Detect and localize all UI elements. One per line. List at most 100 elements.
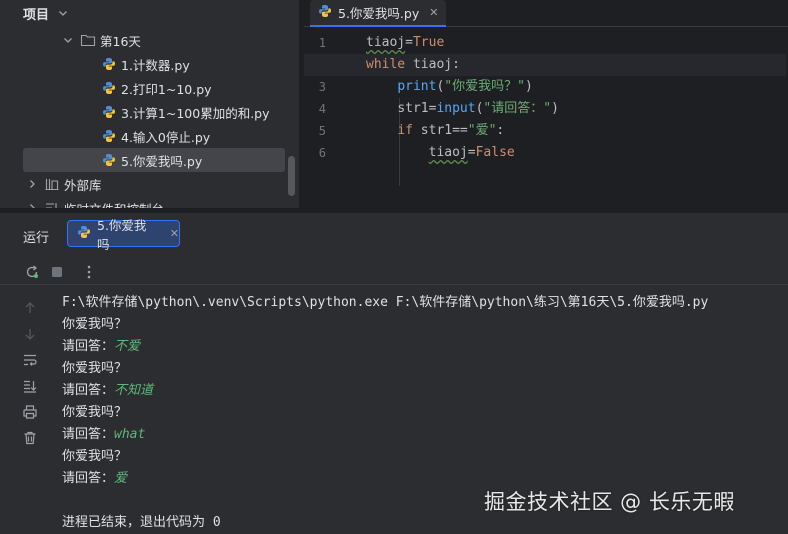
- soft-wrap-icon[interactable]: [21, 351, 39, 369]
- library-icon: [44, 176, 60, 192]
- close-icon[interactable]: ✕: [170, 227, 179, 240]
- run-tab-label: 5.你爱我吗: [97, 217, 147, 252]
- line-number: 6: [318, 146, 326, 160]
- python-file-icon: [101, 104, 117, 120]
- tree-file-2[interactable]: 2.打印1~10.py: [101, 76, 212, 100]
- code-editor[interactable]: 5.你爱我吗.py ✕ 1 2 3 4 5 6 tiaoj=True while…: [304, 0, 788, 208]
- chevron-right-icon[interactable]: [24, 200, 40, 208]
- tree-label: 临时文件和控制台: [64, 199, 164, 209]
- code-token: str1==: [412, 123, 468, 138]
- project-header[interactable]: 项目: [23, 4, 69, 23]
- code-token: :: [496, 123, 505, 138]
- arrow-down-icon[interactable]: [21, 325, 39, 343]
- line-number: 4: [318, 102, 326, 116]
- console-line: 请回答：不爱: [62, 336, 782, 358]
- scratches-icon: [44, 200, 60, 208]
- console-user-input: what: [114, 427, 146, 442]
- run-tab-active[interactable]: 5.你爱我吗 ✕: [67, 218, 180, 252]
- print-icon[interactable]: [21, 403, 39, 421]
- code-token: input: [436, 101, 476, 116]
- code-token: "你爱我吗？": [444, 79, 525, 94]
- tree-file-5-selected[interactable]: 5.你爱我吗.py: [23, 148, 285, 172]
- tree-folder-day16[interactable]: 第16天: [60, 28, 141, 52]
- code-line-6: tiaoj=False: [366, 142, 786, 164]
- python-file-icon: [318, 4, 332, 21]
- python-file-icon: [101, 56, 117, 72]
- editor-tab-active[interactable]: 5.你爱我吗.py ✕: [310, 0, 447, 27]
- tree-label: 2.打印1~10.py: [121, 81, 212, 97]
- console-line: 你爱我吗？: [62, 361, 128, 376]
- tree-label: 第16天: [100, 33, 141, 49]
- code-token: ): [551, 101, 559, 116]
- editor-tabbar: 5.你爱我吗.py ✕: [304, 0, 788, 27]
- chevron-right-icon[interactable]: [24, 176, 40, 192]
- tree-file-3[interactable]: 3.计算1~100累加的和.py: [101, 100, 270, 124]
- code-token: =: [405, 35, 413, 50]
- tree-label: 5.你爱我吗.py: [121, 153, 203, 169]
- line-number: 3: [318, 80, 326, 94]
- python-file-icon: [101, 80, 117, 96]
- watermark: 掘金技术社区 @ 长乐无暇: [484, 490, 735, 514]
- console-prompt: 请回答：: [62, 383, 115, 398]
- project-panel: 项目 第16天 1.计数器.py 2.打印1~10.py 3.计算1~100累加…: [0, 0, 299, 208]
- chevron-down-icon[interactable]: [60, 32, 76, 48]
- trash-icon[interactable]: [21, 429, 39, 447]
- code-token: ): [524, 79, 533, 94]
- project-scrollbar[interactable]: [288, 156, 295, 196]
- code-token: str1=: [397, 101, 437, 116]
- chevron-down-icon[interactable]: [57, 7, 69, 19]
- arrow-up-icon[interactable]: [21, 299, 39, 317]
- code-line-2: while tiaoj:: [304, 54, 786, 76]
- console-prompt: 请回答：: [62, 471, 115, 486]
- more-options-icon[interactable]: [80, 263, 98, 281]
- rerun-icon[interactable]: [23, 263, 41, 281]
- code-token: if: [397, 123, 413, 138]
- console-user-input: 不知道: [114, 383, 154, 398]
- scroll-to-end-icon[interactable]: [21, 377, 39, 395]
- code-token: tiaoj:: [405, 57, 460, 72]
- tree-label: 1.计数器.py: [121, 57, 190, 73]
- project-title: 项目: [23, 7, 50, 23]
- console-user-input: 不爱: [114, 339, 141, 354]
- tree-file-4[interactable]: 4.输入0停止.py: [101, 124, 210, 148]
- tree-label: 外部库: [64, 177, 102, 193]
- code-line-5: if str1=="爱":: [366, 120, 786, 142]
- tree-scratches[interactable]: 临时文件和控制台: [24, 196, 164, 208]
- tree-external-libraries[interactable]: 外部库: [24, 172, 102, 196]
- code-token: while: [366, 57, 406, 72]
- python-file-icon: [77, 225, 91, 242]
- console-line: 请回答：不知道: [62, 380, 782, 402]
- code-line-1: tiaoj=True: [366, 32, 786, 54]
- code-token: tiaoj: [428, 145, 468, 160]
- console-prompt: 请回答：: [62, 427, 115, 442]
- console-line: 请回答：what: [62, 424, 782, 446]
- editor-tab-label: 5.你爱我吗.py: [338, 6, 420, 21]
- python-file-icon: [101, 128, 117, 144]
- code-area[interactable]: tiaoj=True while tiaoj: print("你爱我吗？") s…: [304, 32, 786, 164]
- code-line-4: str1=input("请回答："): [366, 98, 786, 120]
- run-title: 运行: [23, 231, 50, 246]
- console-line: 你爱我吗？: [62, 405, 128, 420]
- code-token: True: [412, 35, 445, 50]
- tree-file-1[interactable]: 1.计数器.py: [101, 52, 190, 76]
- console-command: F:\软件存储\python\.venv\Scripts\python.exe …: [62, 295, 709, 310]
- close-icon[interactable]: ✕: [429, 6, 438, 19]
- code-token: tiaoj: [366, 35, 406, 50]
- stop-icon[interactable]: [48, 263, 66, 281]
- console-line: 你爱我吗？: [62, 449, 128, 464]
- code-token: =: [467, 145, 476, 160]
- tree-label: 3.计算1~100累加的和.py: [121, 105, 270, 121]
- code-token: print: [397, 79, 437, 94]
- run-header: 运行 5.你爱我吗 ✕: [0, 213, 788, 255]
- code-token: "请回答：": [483, 101, 552, 116]
- console-line: 你爱我吗？: [62, 317, 128, 332]
- python-file-icon: [101, 152, 117, 168]
- code-token: False: [475, 145, 515, 160]
- code-line-3: print("你爱我吗？"): [366, 76, 786, 98]
- line-gutter: 1 2 3 4 5 6: [304, 32, 344, 164]
- run-side-toolbar: [0, 291, 52, 534]
- run-toolbar: [0, 259, 788, 285]
- code-token: "爱": [467, 123, 497, 138]
